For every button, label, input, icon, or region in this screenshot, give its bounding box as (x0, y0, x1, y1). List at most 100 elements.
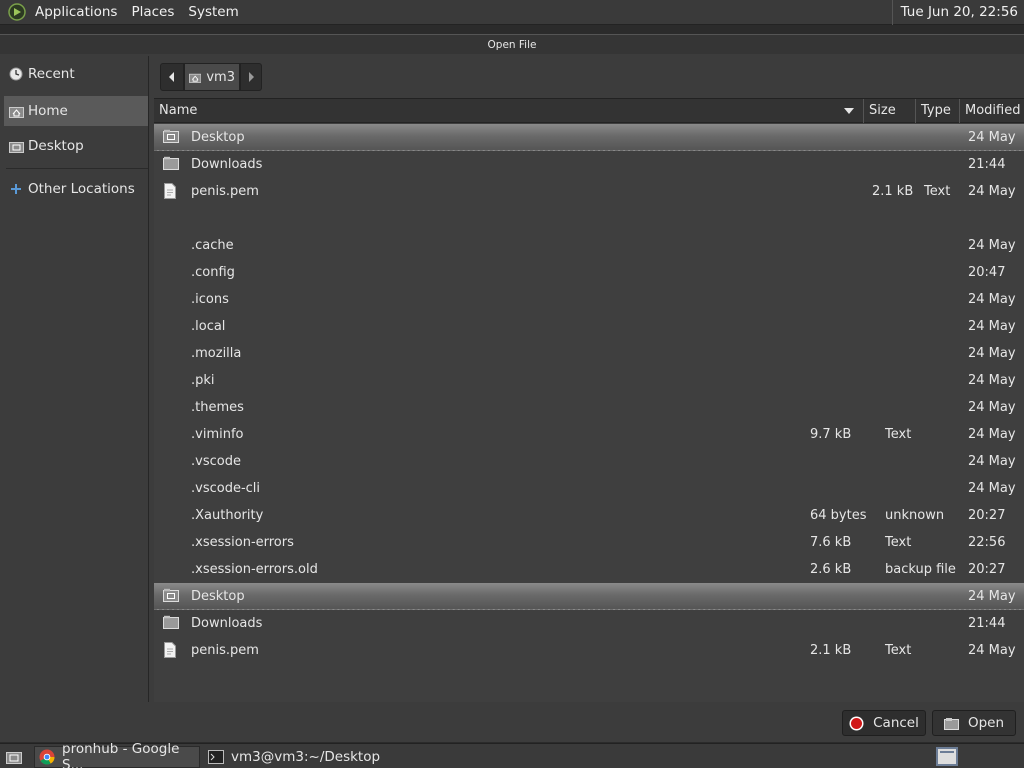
cancel-icon (849, 716, 864, 730)
sidebar-item-other-locations[interactable]: Other Locations (4, 174, 148, 204)
sidebar-item-home[interactable]: Home (4, 96, 148, 126)
workspace-switcher[interactable] (936, 747, 958, 766)
open-file-dialog: Open File Recent Home Desktop Other Loca (0, 34, 1024, 742)
sidebar-item-label: Recent (28, 66, 75, 82)
taskbar-item-chrome[interactable]: pronhub - Google S... (34, 741, 200, 768)
file-row (154, 205, 1024, 232)
terminal-icon (208, 750, 224, 764)
desktop-folder-icon (8, 138, 24, 154)
file-row[interactable]: .vscode-cli 24 May (154, 475, 1024, 502)
bottom-taskbar: pronhub - Google S... vm3@vm3:~/Desktop (0, 741, 1024, 768)
recent-icon (8, 66, 24, 82)
taskbar-item-label: vm3@vm3:~/Desktop (231, 749, 381, 765)
file-modified: 21:44 (968, 616, 1006, 631)
file-row[interactable]: .vscode 24 May (154, 448, 1024, 475)
file-size: 2.1 kB (810, 643, 852, 658)
file-modified: 24 May (968, 643, 1016, 658)
file-modified: 24 May (968, 481, 1016, 496)
file-modified: 22:56 (968, 535, 1006, 550)
sidebar-item-label: Other Locations (28, 181, 135, 197)
column-header-size[interactable]: Size (864, 99, 916, 123)
file-icon (163, 642, 179, 658)
dialog-title: Open File (0, 34, 1024, 54)
menu-places[interactable]: Places (124, 0, 181, 25)
file-row[interactable]: .mozilla 24 May (154, 340, 1024, 367)
file-modified: 24 May (968, 373, 1016, 388)
desktop-folder-icon (163, 129, 179, 145)
file-browser: vm3 Name Size Type Modified Desktop 24 Ma… (152, 56, 1024, 702)
file-modified: 24 May (968, 238, 1016, 253)
file-name: Desktop (191, 130, 245, 145)
chrome-icon (39, 749, 55, 765)
file-modified: 20:27 (968, 562, 1006, 577)
file-name: penis.pem (191, 184, 259, 199)
file-row[interactable]: penis.pem 2.1 kB Text 24 May (154, 178, 1024, 205)
column-header-modified[interactable]: Modified (960, 99, 1024, 123)
cancel-button[interactable]: Cancel (842, 710, 926, 736)
file-name: .viminfo (191, 427, 244, 442)
chevron-left-icon (169, 72, 174, 82)
open-button[interactable]: Open (932, 710, 1016, 736)
file-name: .Xauthority (191, 508, 264, 523)
desktop-folder-icon (163, 588, 179, 604)
show-desktop-button[interactable] (2, 746, 26, 768)
path-back-button[interactable] (160, 63, 184, 91)
file-row[interactable]: Downloads 21:44 (154, 151, 1024, 178)
path-forward-button[interactable] (240, 63, 262, 91)
sidebar-item-desktop[interactable]: Desktop (4, 131, 148, 161)
file-row[interactable]: .Xauthority 64 bytes unknown 20:27 (154, 502, 1024, 529)
sidebar-divider (6, 168, 148, 169)
file-row[interactable]: .xsession-errors.old 2.6 kB backup file 20:… (154, 556, 1024, 583)
file-type: backup file (885, 562, 956, 577)
file-row[interactable]: Downloads 21:44 (154, 610, 1024, 637)
file-modified: 24 May (968, 400, 1016, 415)
file-name: .mozilla (191, 346, 242, 361)
file-type: Text (885, 535, 912, 550)
file-name: .cache (191, 238, 234, 253)
file-name: .icons (191, 292, 229, 307)
open-button-label: Open (967, 715, 1005, 731)
file-type: unknown (885, 508, 945, 523)
menu-system[interactable]: System (181, 0, 245, 25)
file-size: 2.1 kB (872, 184, 914, 199)
column-header-type[interactable]: Type (916, 99, 960, 123)
file-row[interactable]: .local 24 May (154, 313, 1024, 340)
taskbar-item-terminal[interactable]: vm3@vm3:~/Desktop (204, 746, 404, 768)
menu-applications[interactable]: Applications (28, 0, 124, 25)
file-name: Downloads (191, 616, 263, 631)
file-row[interactable]: penis.pem 2.1 kB Text 24 May (154, 637, 1024, 664)
sidebar-item-recent[interactable]: Recent (4, 59, 148, 89)
file-row[interactable]: Desktop 24 May (154, 124, 1024, 151)
file-modified: 20:27 (968, 508, 1006, 523)
file-row[interactable]: .config 20:47 (154, 259, 1024, 286)
show-desktop-icon (6, 752, 22, 764)
places-sidebar: Recent Home Desktop Other Locations (2, 56, 149, 702)
file-modified: 24 May (968, 427, 1016, 442)
file-name: .local (191, 319, 226, 334)
clock[interactable]: Tue Jun 20, 22:56 (891, 0, 1024, 25)
file-row[interactable]: .pki 24 May (154, 367, 1024, 394)
file-list[interactable]: Name Size Type Modified Desktop 24 May Dow… (154, 98, 1024, 702)
file-name: .pki (191, 373, 215, 388)
file-row[interactable]: .cache 24 May (154, 232, 1024, 259)
file-size: 64 bytes (810, 508, 867, 523)
file-row[interactable]: .themes 24 May (154, 394, 1024, 421)
distro-logo-icon[interactable] (6, 2, 28, 22)
file-name: .config (191, 265, 235, 280)
file-row[interactable]: .icons 24 May (154, 286, 1024, 313)
top-panel: Applications Places System Tue Jun 20, 2… (0, 0, 1024, 25)
chevron-right-icon (249, 72, 254, 82)
file-type: Text (924, 184, 951, 199)
file-modified: 24 May (968, 292, 1016, 307)
path-segment-home[interactable]: vm3 (184, 63, 240, 91)
file-row[interactable]: .viminfo 9.7 kB Text 24 May (154, 421, 1024, 448)
file-type: Text (885, 643, 912, 658)
file-row[interactable]: .xsession-errors 7.6 kB Text 22:56 (154, 529, 1024, 556)
file-name: .vscode (191, 454, 241, 469)
column-header-name[interactable]: Name (154, 99, 864, 123)
file-name: .themes (191, 400, 244, 415)
taskbar-item-label: pronhub - Google S... (62, 741, 180, 768)
file-size: 2.6 kB (810, 562, 852, 577)
file-row[interactable]: Desktop 24 May (154, 583, 1024, 610)
file-name: .xsession-errors (191, 535, 294, 550)
